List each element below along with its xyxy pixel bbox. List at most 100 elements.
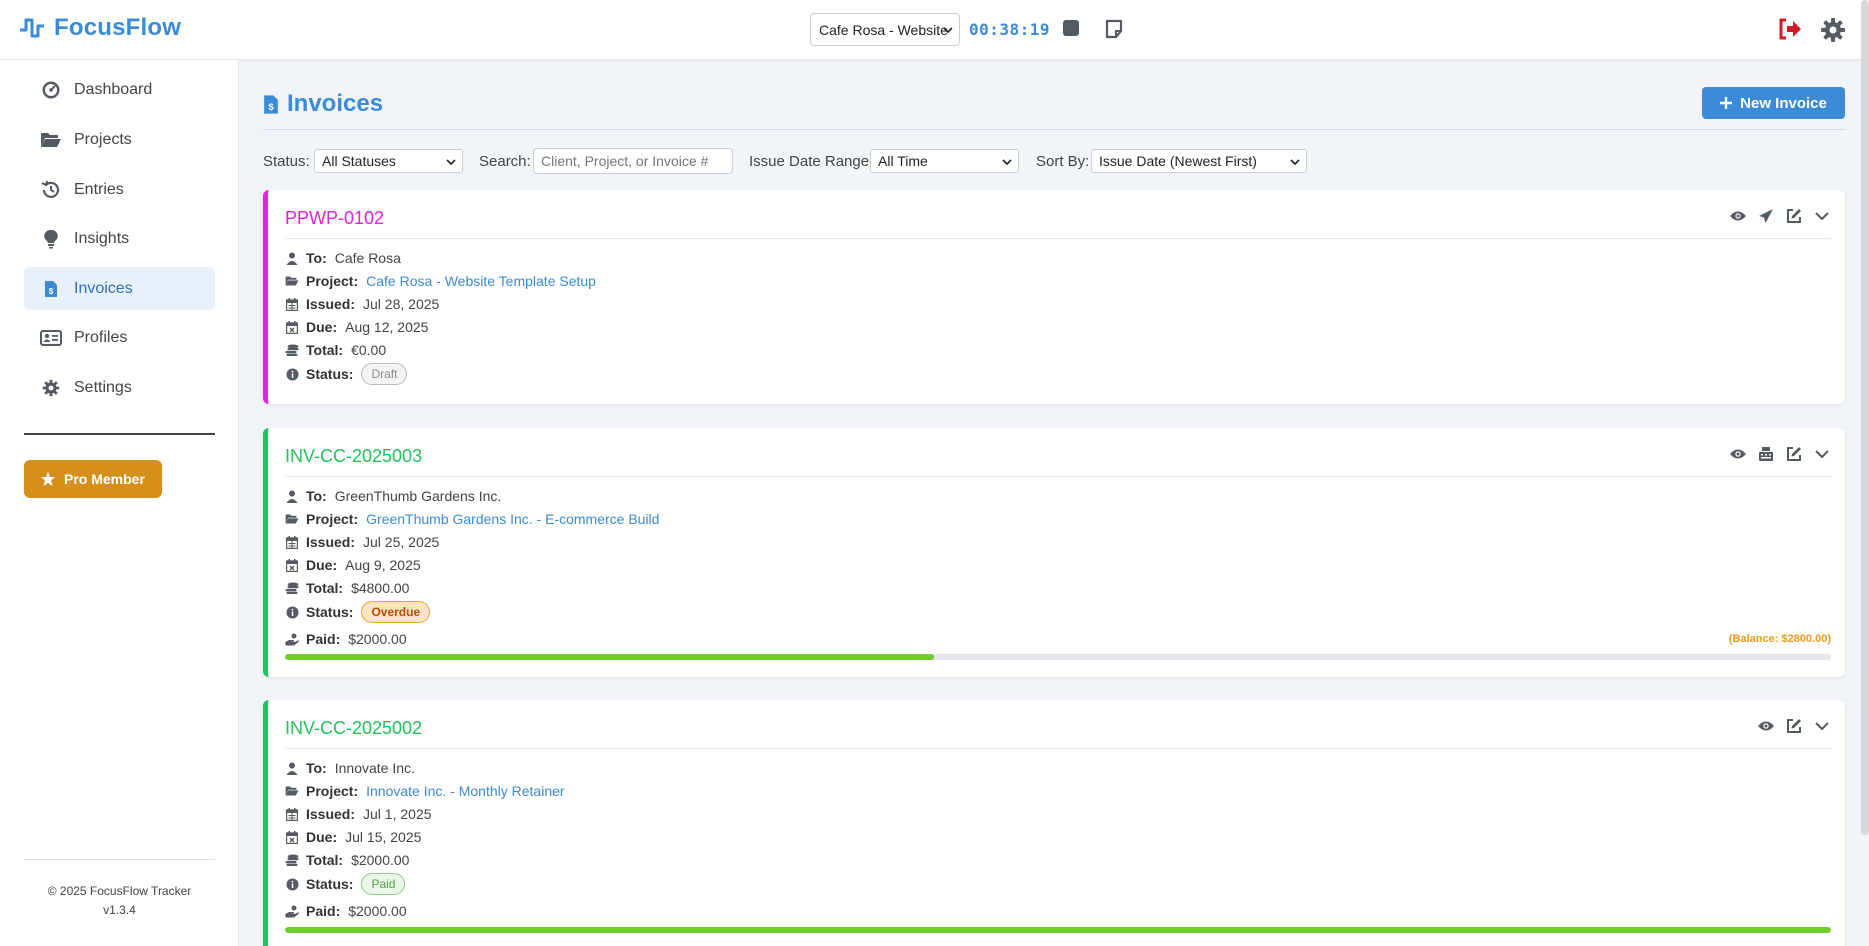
logout-icon[interactable] [1777,17,1803,44]
calendar-x-icon [285,558,299,572]
invoice-issued-date: Jul 1, 2025 [363,806,432,822]
edit-icon[interactable] [1785,717,1803,735]
invoice-total-row: Total: €0.00 [285,341,386,359]
status-filter-select[interactable]: All Statuses [314,149,463,173]
project-label: Project: [306,783,359,799]
folder-icon [285,784,299,798]
invoice-due-row: Due: Jul 15, 2025 [285,828,421,846]
issued-label: Issued: [306,296,356,312]
stop-icon[interactable] [1062,19,1080,40]
chevron-down-icon[interactable] [1813,207,1831,225]
sidebar-item-label: Projects [74,130,132,148]
sidebar-item-projects[interactable]: Projects [24,118,215,161]
edit-icon[interactable] [1785,445,1803,463]
eye-icon[interactable] [1729,445,1747,463]
coins-icon [285,343,299,357]
invoice-client: Cafe Rosa [334,250,401,266]
invoice-card[interactable]: INV-CC-2025003 To: GreenThumb Gardens In… [263,428,1845,677]
invoice-paid-row: Paid: $2000.00 [285,630,407,648]
date-range-label: Issue Date Range: [749,153,874,170]
sidebar-item-profiles[interactable]: Profiles [24,316,215,359]
invoice-issued-date: Jul 25, 2025 [363,534,440,550]
search-input[interactable] [533,148,733,174]
date-range-select[interactable]: All Time [870,149,1019,173]
total-label: Total: [306,342,344,358]
sidebar-item-label: Entries [74,180,124,198]
project-label: Project: [306,273,359,289]
invoice-due-date: Aug 9, 2025 [345,557,421,573]
user-icon [285,489,299,503]
status-badge: Overdue [361,601,431,623]
sidebar-item-invoices[interactable]: $ Invoices [24,267,215,310]
invoice-due-date: Aug 12, 2025 [345,319,429,335]
svg-text:$: $ [268,102,273,112]
issued-label: Issued: [306,534,356,550]
chevron-down-icon[interactable] [1813,445,1831,463]
active-project-select[interactable]: Cafe Rosa - Website [810,13,960,46]
invoice-number[interactable]: INV-CC-2025003 [285,446,422,467]
invoice-total: $4800.00 [351,580,410,596]
top-header: FocusFlow Cafe Rosa - Website 00:38:19 [0,0,1869,60]
new-invoice-button[interactable]: New Invoice [1702,87,1845,119]
invoice-status-row: Status: Paid [285,873,406,895]
svg-text:$: $ [49,287,54,296]
invoice-status-row: Status: Draft [285,363,408,385]
chevron-down-icon[interactable] [1813,717,1831,735]
history-icon [40,180,62,200]
status-label: Status: [306,876,354,892]
pro-member-button[interactable]: Pro Member [24,460,162,498]
invoice-issued-row: Issued: Jul 1, 2025 [285,805,432,823]
invoice-project-link[interactable]: Cafe Rosa - Website Template Setup [366,273,596,289]
gear-icon[interactable] [1820,17,1846,46]
calendar-x-icon [285,830,299,844]
invoice-project-link[interactable]: Innovate Inc. - Monthly Retainer [366,783,564,799]
send-icon[interactable] [1757,207,1775,225]
sidebar-item-label: Dashboard [74,80,153,98]
invoice-card[interactable]: INV-CC-2025002 To: Innovate Inc. Project… [263,700,1845,946]
folder-icon [40,130,62,150]
timer-display: 00:38:19 [969,20,1051,39]
invoice-issued-row: Issued: Jul 28, 2025 [285,295,439,313]
invoice-paid: $2000.00 [348,631,407,647]
invoice-number[interactable]: INV-CC-2025002 [285,718,422,739]
due-label: Due: [306,319,338,335]
invoice-total: €0.00 [351,342,387,358]
to-label: To: [306,760,327,776]
coins-icon [285,853,299,867]
sort-select[interactable]: Issue Date (Newest First) [1091,149,1307,173]
sidebar-item-entries[interactable]: Entries [24,168,215,211]
paid-label: Paid: [306,631,341,647]
id-card-icon [40,328,62,348]
invoice-paid-row: Paid: $2000.00 [285,902,407,920]
invoice-number[interactable]: PPWP-0102 [285,208,384,229]
sidebar-item-insights[interactable]: Insights [24,217,215,260]
gear-icon [40,378,62,398]
page-scrollbar[interactable] [1861,0,1869,835]
due-label: Due: [306,829,338,845]
invoice-due-row: Due: Aug 12, 2025 [285,318,428,336]
plus-icon [1720,97,1733,109]
invoice-card[interactable]: PPWP-0102 To: Cafe Rosa Project: Cafe Ro… [263,190,1845,404]
invoice-status-row: Status: Overdue [285,601,431,623]
sidebar-item-settings[interactable]: Settings [24,366,215,409]
star-icon [41,472,55,486]
invoice-total-row: Total: $2000.00 [285,851,409,869]
cash-register-icon[interactable] [1757,445,1775,463]
calendar-icon [285,807,299,821]
eye-icon[interactable] [1757,717,1775,735]
pro-member-label: Pro Member [64,471,145,487]
payment-progress [285,927,1831,933]
eye-icon[interactable] [1729,207,1747,225]
edit-icon[interactable] [1785,207,1803,225]
invoice-project-row: Project: GreenThumb Gardens Inc. - E-com… [285,510,659,528]
chevron-down-icon [1290,159,1300,166]
sidebar-footer-divider [24,859,215,860]
page-title: $ Invoices [263,90,383,118]
app-logo[interactable]: FocusFlow [18,14,181,42]
invoice-project-link[interactable]: GreenThumb Gardens Inc. - E-commerce Bui… [366,511,659,527]
invoice-due-date: Jul 15, 2025 [345,829,422,845]
sidebar-item-dashboard[interactable]: Dashboard [24,68,215,111]
note-icon[interactable] [1104,19,1124,42]
calendar-icon [285,535,299,549]
status-filter-value: All Statuses [322,153,396,169]
